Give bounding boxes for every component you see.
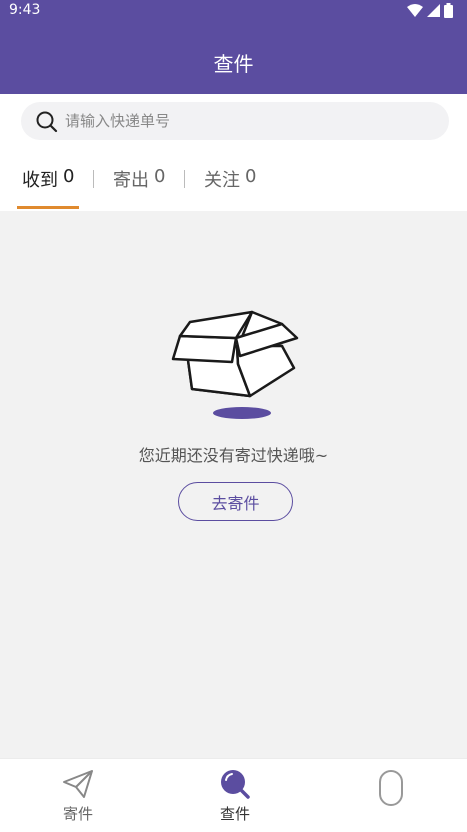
tab-divider xyxy=(93,170,94,188)
paper-plane-icon xyxy=(63,770,93,798)
nav-item-send[interactable]: 寄件 xyxy=(38,769,118,824)
tab-followed[interactable]: 关注 0 xyxy=(204,166,256,192)
nav-label: 寄件 xyxy=(62,805,93,823)
status-icons xyxy=(407,3,453,18)
go-send-button[interactable]: 去寄件 xyxy=(178,482,293,521)
empty-state-message: 您近期还没有寄过快递哦~ xyxy=(138,446,329,465)
nav-label: 查件 xyxy=(219,805,250,823)
status-time: 9:43 xyxy=(9,2,41,18)
tab-sent-label: 寄出 xyxy=(113,170,149,191)
mouse-icon xyxy=(379,770,403,806)
search-input[interactable] xyxy=(65,102,435,140)
wifi-icon xyxy=(407,4,423,17)
tab-sent-count: 0 xyxy=(154,166,166,187)
nav-item-mouse[interactable] xyxy=(352,769,432,813)
search-area xyxy=(0,94,467,148)
search-box[interactable] xyxy=(21,102,449,140)
tab-received[interactable]: 收到 0 xyxy=(22,166,74,192)
status-bar: 9:43 xyxy=(0,0,467,22)
nav-item-track[interactable]: 查件 xyxy=(195,769,275,824)
page-title: 查件 xyxy=(213,52,254,76)
tab-received-count: 0 xyxy=(63,166,75,187)
search-icon xyxy=(36,111,58,133)
title-bar: 查件 xyxy=(0,22,467,94)
empty-box-icon xyxy=(171,310,299,419)
search-icon xyxy=(221,770,250,799)
tab-received-label: 收到 xyxy=(22,170,58,191)
signal-icon xyxy=(427,4,440,17)
tab-sent[interactable]: 寄出 0 xyxy=(113,166,165,192)
tab-active-indicator xyxy=(17,206,79,209)
tab-followed-label: 关注 xyxy=(204,170,240,191)
battery-icon xyxy=(444,3,453,18)
bottom-nav: 寄件 查件 xyxy=(0,758,467,832)
tab-divider xyxy=(184,170,185,188)
tab-followed-count: 0 xyxy=(245,166,257,187)
tab-bar: 收到 0 寄出 0 关注 0 xyxy=(0,148,467,211)
